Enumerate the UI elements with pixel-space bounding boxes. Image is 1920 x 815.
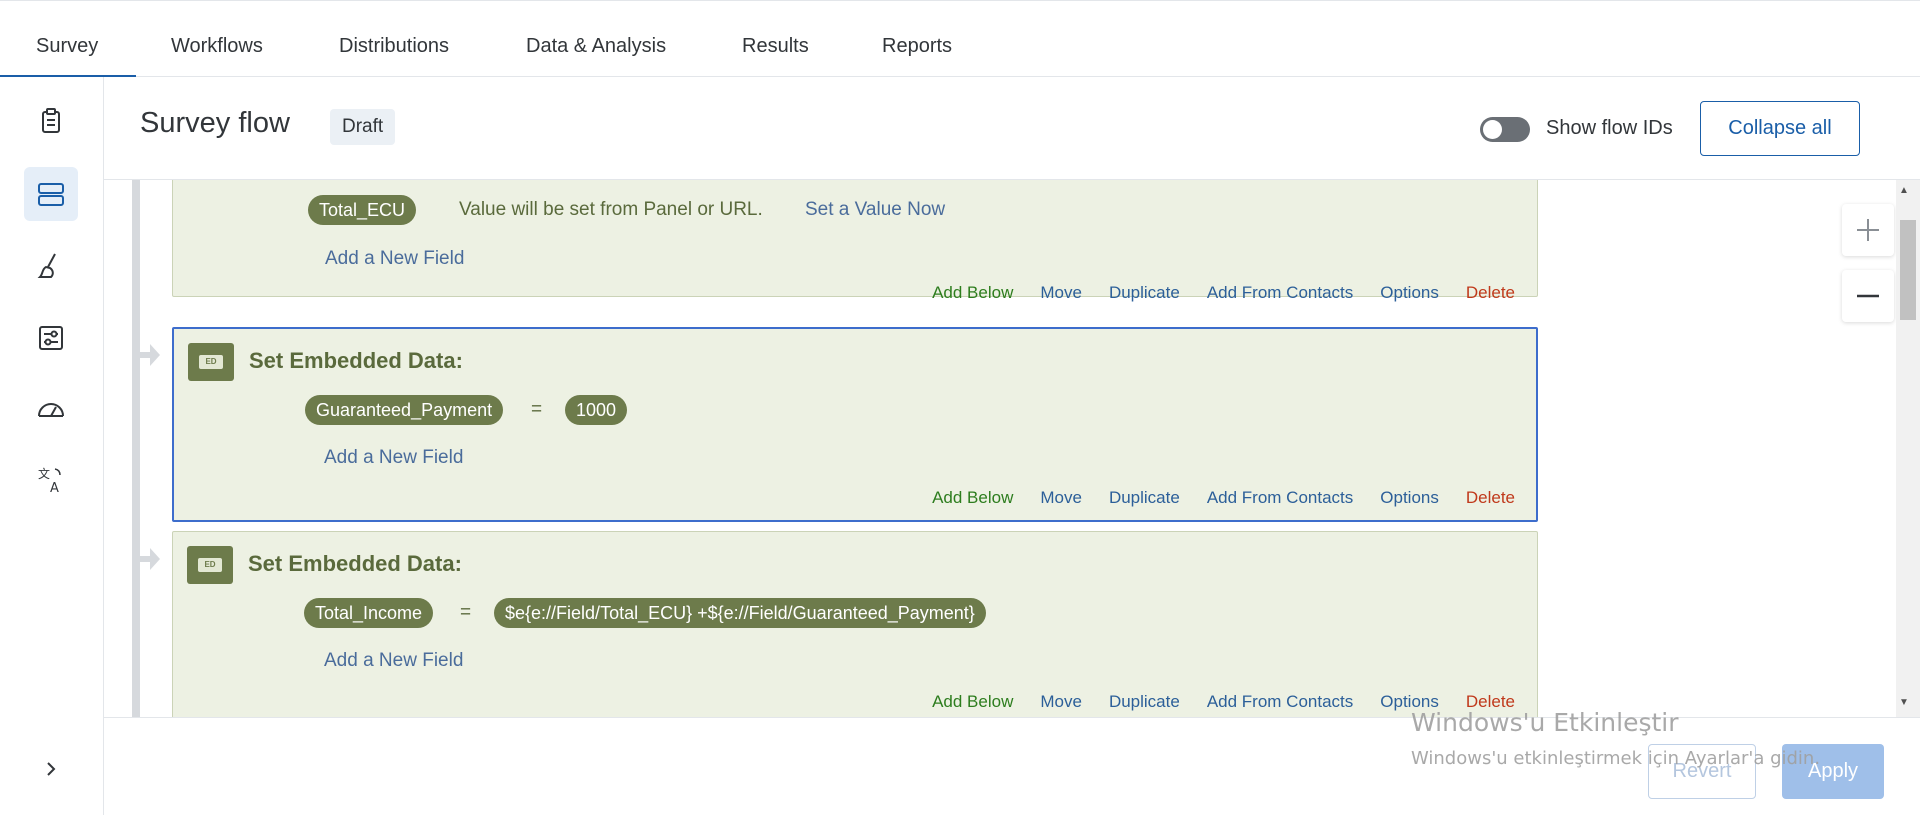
show-flow-ids-label: Show flow IDs — [1546, 117, 1673, 139]
left-rail: 文 A — [0, 77, 104, 815]
add-from-contacts-link[interactable]: Add From Contacts — [1207, 283, 1353, 303]
move-link[interactable]: Move — [1040, 283, 1082, 303]
value-source-note: Value will be set from Panel or URL. — [459, 199, 763, 220]
minus-icon — [1857, 294, 1879, 298]
block-title: Set Embedded Data: — [248, 551, 462, 576]
add-new-field-link[interactable]: Add a New Field — [325, 248, 464, 270]
rail-tools[interactable] — [24, 383, 78, 437]
rail-survey-options[interactable] — [24, 311, 78, 365]
field-name-pill[interactable]: Total_Income — [304, 598, 434, 628]
move-link[interactable]: Move — [1040, 488, 1082, 508]
show-flow-ids-toggle[interactable] — [1480, 117, 1530, 142]
duplicate-link[interactable]: Duplicate — [1109, 283, 1180, 303]
tab-distributions[interactable]: Distributions — [339, 35, 449, 58]
field-name-pill[interactable]: Total_ECU — [308, 195, 417, 225]
options-link[interactable]: Options — [1380, 488, 1439, 508]
translate-icon: 文 A — [38, 466, 61, 496]
add-below-link[interactable]: Add Below — [932, 488, 1013, 508]
zoom-in-button[interactable] — [1842, 204, 1894, 256]
scroll-down-arrow-icon[interactable]: ▼ — [1899, 697, 1909, 708]
svg-text:A: A — [50, 481, 59, 496]
set-value-now-link[interactable]: Set a Value Now — [805, 199, 945, 221]
windows-activation-watermark-subtitle: Windows'u etkinleştirmek için Ayarlar'a … — [1411, 748, 1821, 769]
add-below-link[interactable]: Add Below — [932, 692, 1013, 712]
tab-results[interactable]: Results — [742, 35, 809, 58]
delete-link[interactable]: Delete — [1466, 283, 1515, 303]
embedded-data-icon: ED — [187, 546, 233, 584]
plus-icon — [1857, 219, 1879, 241]
flow-block-embedded-data[interactable]: Total_ECU Value will be set from Panel o… — [172, 180, 1538, 302]
zoom-out-button[interactable] — [1842, 270, 1894, 322]
status-badge: Draft — [330, 109, 396, 145]
chevron-right-icon[interactable] — [40, 758, 62, 780]
equals-sign: = — [460, 602, 472, 623]
field-name-pill[interactable]: Guaranteed_Payment — [305, 395, 504, 425]
flow-arrow-icon — [140, 344, 160, 366]
rail-look-and-feel[interactable] — [24, 239, 78, 293]
page-header: Survey flow Draft Show flow IDs Collapse… — [104, 77, 1920, 180]
flow-block-embedded-data[interactable]: ED Set Embedded Data: Total_Income = $e{… — [172, 531, 1538, 717]
add-from-contacts-link[interactable]: Add From Contacts — [1207, 692, 1353, 712]
paintbrush-icon — [37, 253, 56, 278]
move-link[interactable]: Move — [1040, 692, 1082, 712]
duplicate-link[interactable]: Duplicate — [1109, 488, 1180, 508]
rail-survey-flow[interactable] — [24, 167, 78, 221]
block-actions: Add Below Move Duplicate Add From Contac… — [932, 488, 1515, 508]
scrollbar-thumb[interactable] — [1900, 220, 1916, 320]
collapse-all-button[interactable]: Collapse all — [1700, 101, 1860, 156]
add-new-field-link[interactable]: Add a New Field — [324, 650, 463, 672]
equals-sign: = — [531, 399, 543, 420]
block-actions: Add Below Move Duplicate Add From Contac… — [932, 283, 1515, 303]
rail-survey-editor[interactable] — [24, 94, 78, 148]
flow-block-embedded-data[interactable]: ED Set Embedded Data: Guaranteed_Payment… — [172, 327, 1538, 522]
add-new-field-link[interactable]: Add a New Field — [324, 447, 463, 469]
tab-workflows[interactable]: Workflows — [171, 35, 263, 58]
tab-survey[interactable]: Survey — [36, 35, 98, 58]
field-value-pill[interactable]: 1000 — [565, 395, 628, 425]
survey-options-icon — [39, 326, 63, 350]
windows-activation-watermark-title: Windows'u Etkinleştir — [1411, 708, 1679, 737]
tab-reports[interactable]: Reports — [882, 35, 952, 58]
tab-data-analysis[interactable]: Data & Analysis — [526, 35, 666, 58]
options-link[interactable]: Options — [1380, 283, 1439, 303]
rail-translate[interactable]: 文 A — [24, 453, 78, 507]
embedded-data-icon: ED — [188, 343, 234, 381]
flow-connector-line — [132, 180, 140, 717]
scroll-up-arrow-icon[interactable]: ▲ — [1899, 185, 1909, 196]
flow-canvas: Total_ECU Value will be set from Panel o… — [104, 180, 1920, 717]
vertical-scrollbar[interactable] — [1896, 180, 1920, 717]
flow-arrow-icon — [140, 548, 160, 570]
top-nav: Survey Workflows Distributions Data & An… — [0, 0, 1920, 78]
add-from-contacts-link[interactable]: Add From Contacts — [1207, 488, 1353, 508]
survey-flow-icon — [38, 183, 64, 206]
field-value-pill[interactable]: $e{e://Field/Total_ECU} +${e://Field/Gua… — [494, 598, 986, 628]
svg-text:文: 文 — [38, 466, 50, 481]
clipboard-icon — [42, 108, 60, 133]
duplicate-link[interactable]: Duplicate — [1109, 692, 1180, 712]
page-title: Survey flow — [140, 107, 290, 139]
toggle-knob — [1483, 120, 1502, 139]
add-below-link[interactable]: Add Below — [932, 283, 1013, 303]
block-title: Set Embedded Data: — [249, 348, 463, 373]
delete-link[interactable]: Delete — [1466, 488, 1515, 508]
gauge-icon — [38, 403, 64, 417]
